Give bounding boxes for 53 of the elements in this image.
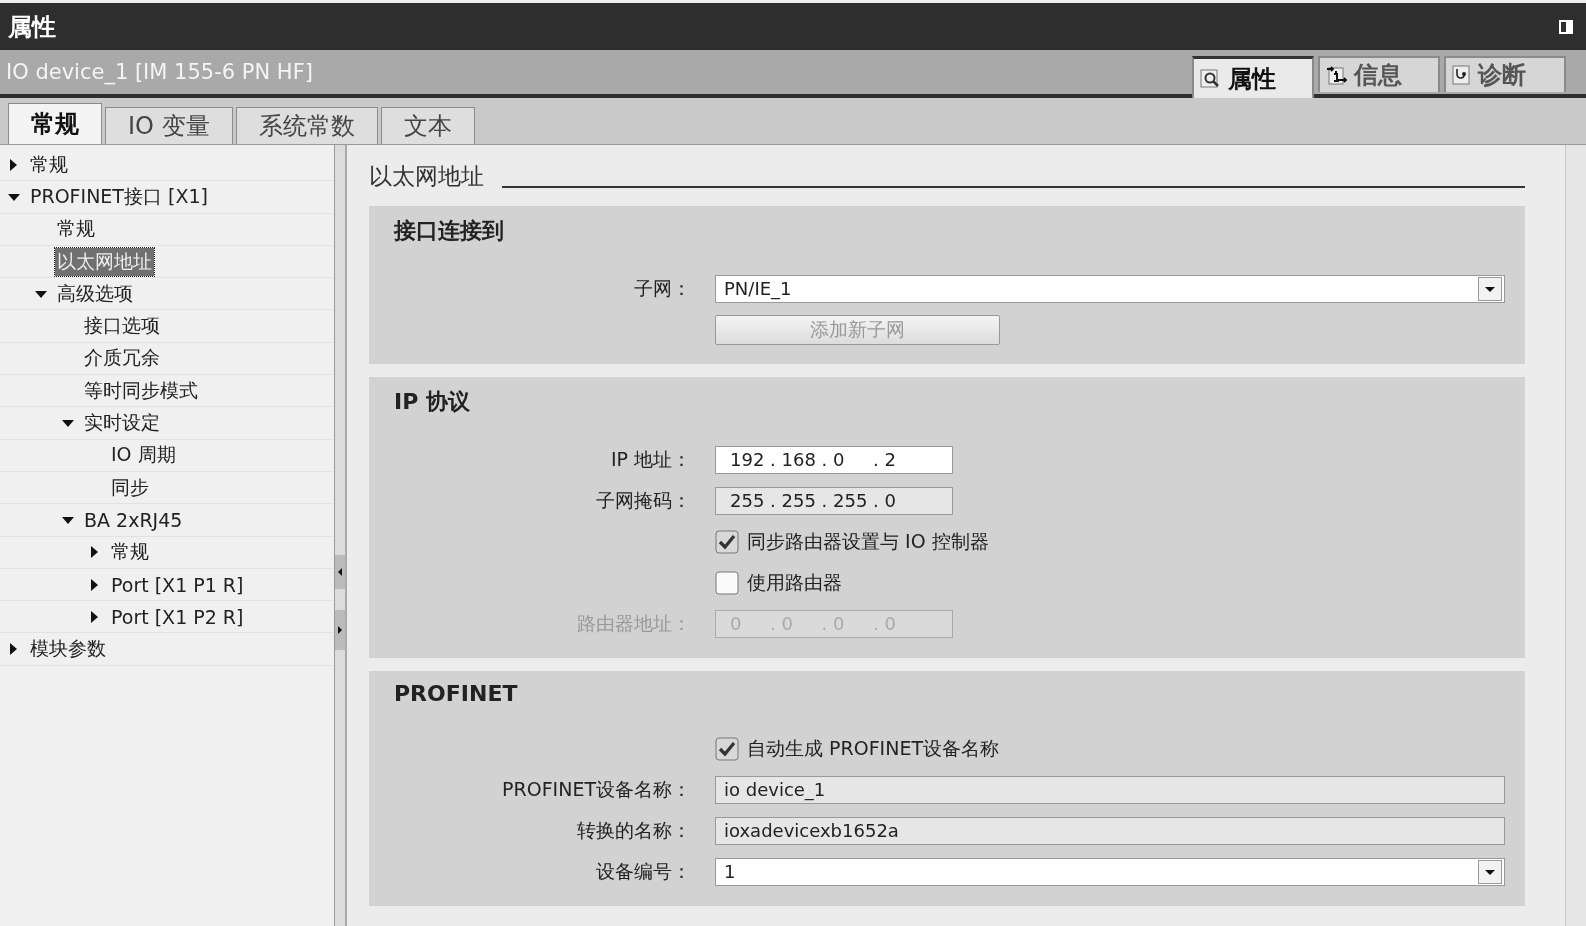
layout-icon[interactable]: [1558, 18, 1574, 35]
dropdown-field[interactable]: 1: [715, 857, 1505, 886]
tree-item[interactable]: 高级选项: [55, 279, 135, 308]
group-title: 接口连接到: [394, 217, 505, 245]
field-label: 转换的名称：: [576, 817, 691, 843]
input-field[interactable]: io device_1: [715, 775, 1505, 804]
checkbox-label: 同步路由器设置与 IO 控制器: [747, 528, 989, 554]
field-label: 子网掩码：: [595, 487, 691, 513]
tree-item[interactable]: 常规: [109, 538, 151, 567]
expand-right-icon[interactable]: [335, 610, 345, 650]
tree-item[interactable]: 常规: [28, 150, 70, 179]
section-heading: 以太网地址: [369, 162, 484, 191]
inspector-tab[interactable]: 信息: [1318, 56, 1440, 92]
checkbox[interactable]: [715, 529, 739, 554]
field-label: 设备编号：: [595, 858, 691, 884]
tab[interactable]: IO 变量: [105, 107, 233, 144]
tree-item[interactable]: 以太网地址: [55, 247, 154, 276]
group-title: IP 协议: [394, 388, 471, 416]
info-arrow-icon: [1326, 65, 1348, 85]
ip-address-field[interactable]: 192 . 168 . 0 . 2: [715, 445, 953, 474]
dropdown-field[interactable]: PN/IE_1: [715, 274, 1505, 303]
tree-item[interactable]: 实时设定: [82, 409, 162, 437]
group-title: PROFINET: [394, 681, 519, 706]
tree-item[interactable]: 常规: [55, 215, 97, 244]
tree-item[interactable]: 同步: [109, 473, 151, 502]
ip-address-field[interactable]: 255 . 255 . 255 . 0: [715, 486, 953, 515]
tree-item[interactable]: 接口选项: [82, 312, 162, 341]
tree-item[interactable]: Port [X1 P1 R]: [109, 572, 246, 597]
tree-item[interactable]: IO 周期: [109, 441, 178, 470]
tab[interactable]: 系统常数: [235, 107, 378, 144]
tree-item[interactable]: 模块参数: [28, 635, 108, 664]
tree-item[interactable]: 介质冗余: [82, 344, 162, 373]
checkbox[interactable]: [715, 736, 739, 761]
field-label: PROFINET设备名称：: [501, 776, 691, 802]
tree-item[interactable]: Port [X1 P2 R]: [109, 604, 246, 629]
tab[interactable]: 常规: [8, 103, 102, 144]
object-title: IO device_1 [IM 155-6 PN HF]: [6, 60, 313, 84]
stethoscope-icon: [1452, 65, 1472, 85]
tree-item[interactable]: BA 2xRJ45: [82, 507, 185, 532]
checkbox[interactable]: [715, 570, 739, 595]
field-label: 子网：: [633, 275, 691, 301]
field-label: IP 地址：: [609, 446, 691, 472]
inspector-tab[interactable]: 诊断: [1444, 56, 1566, 92]
expanded-caret-icon[interactable]: [62, 417, 74, 429]
checkbox-label: 自动生成 PROFINET设备名称: [747, 735, 999, 761]
tree-item[interactable]: PROFINET接口 [X1]: [28, 182, 210, 211]
panel-title: 属性: [8, 11, 56, 43]
tree-item[interactable]: 等时同步模式: [82, 376, 200, 405]
checkbox-label: 使用路由器: [747, 569, 842, 595]
inspector-tab[interactable]: 属性: [1192, 56, 1314, 98]
collapse-left-icon[interactable]: [335, 555, 345, 589]
tab[interactable]: 文本: [380, 107, 475, 144]
input-field[interactable]: ioxadevicexb1652a: [715, 816, 1505, 845]
